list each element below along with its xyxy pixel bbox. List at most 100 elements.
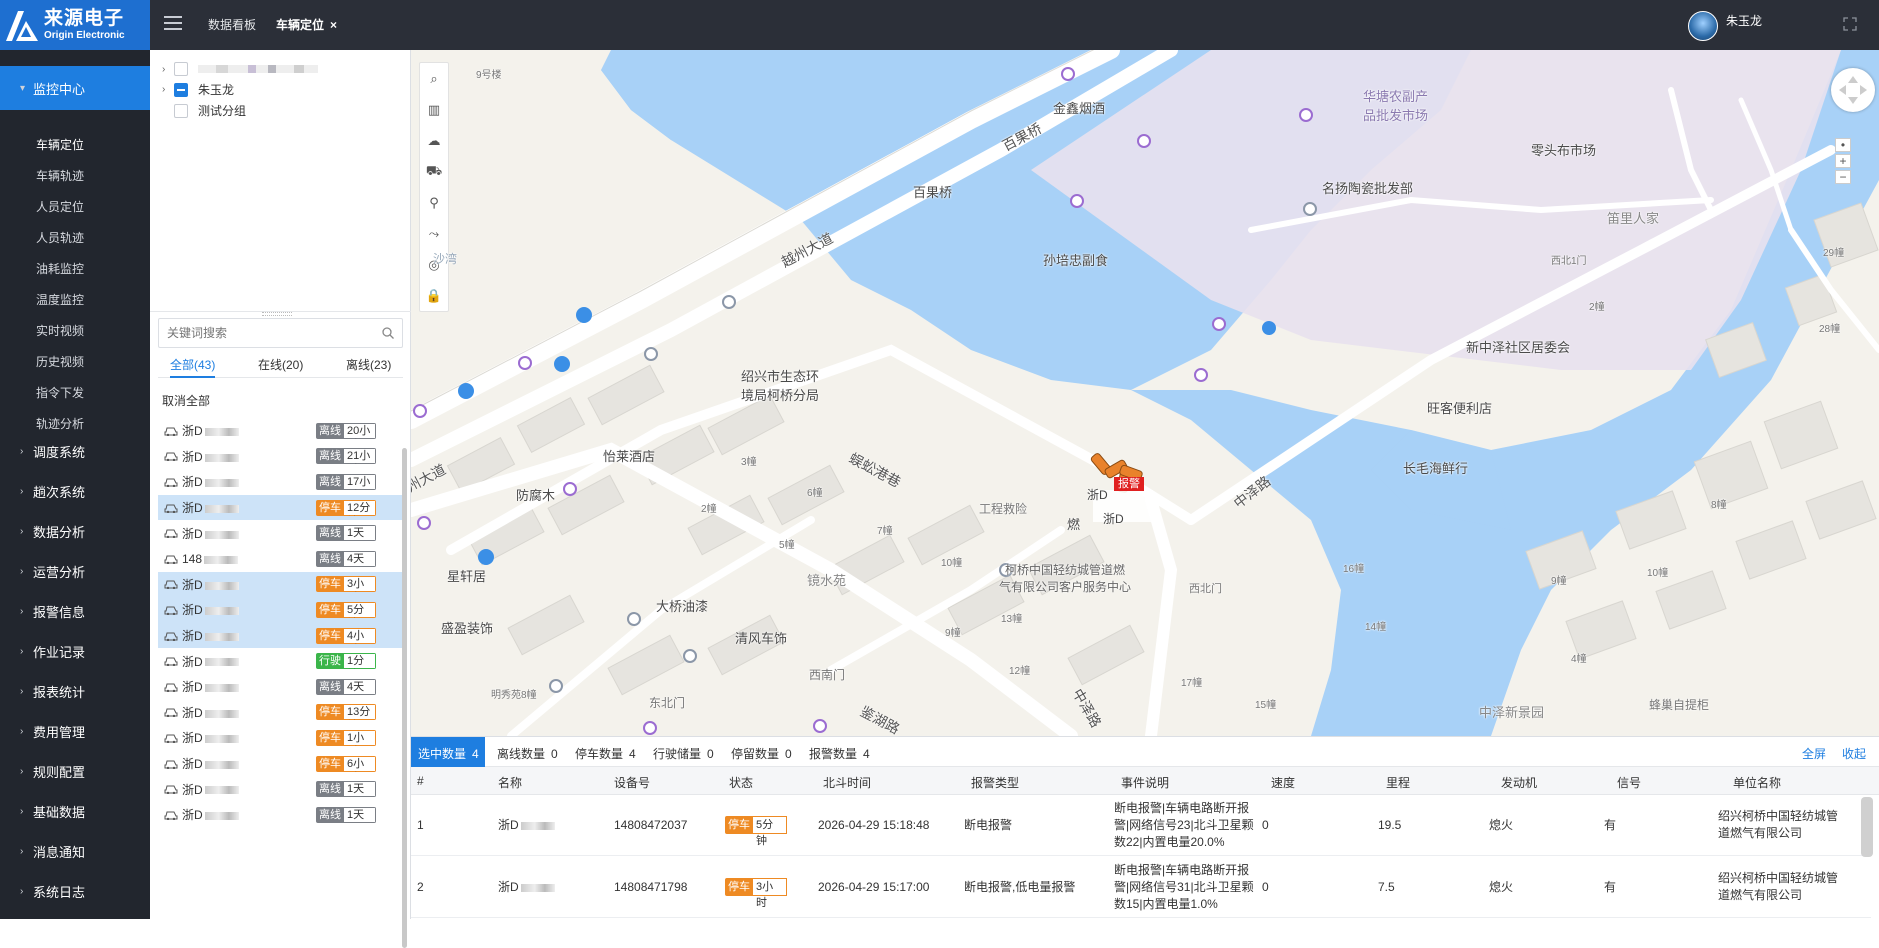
vehicle-list-item[interactable]: 浙D 离线 1天 (158, 520, 403, 546)
sidebar-group-operation-analysis[interactable]: › 运营分析 (0, 559, 150, 583)
vehicle-map-tag[interactable]: 浙D (1087, 486, 1108, 503)
locate-icon[interactable]: • (1835, 138, 1851, 152)
status-duration: 5分钟 (753, 816, 787, 847)
sidebar-item-person-location[interactable]: 人员定位 (36, 198, 84, 215)
vehicle-map-tag[interactable]: 浙D (1103, 510, 1124, 527)
vehicle-list-item[interactable]: 浙D 停车1小时 (158, 725, 403, 751)
vehicle-list-scrollbar[interactable] (402, 448, 407, 948)
stat-selected[interactable]: 选中数量 4 (411, 737, 485, 767)
sidebar-group-data-analysis[interactable]: › 数据分析 (0, 519, 150, 543)
vehicle-list-item[interactable]: 浙D 停车13分钟 (158, 700, 403, 726)
sidebar-group-trips[interactable]: › 趟次系统 (0, 479, 150, 503)
brand-logo[interactable]: 来源电子 Origin Electronic (0, 0, 150, 50)
map-search-icon[interactable]: ⌕ (420, 63, 448, 94)
stat-offline[interactable]: 离线数量 0 (497, 745, 558, 762)
table-scrollbar[interactable] (1861, 797, 1873, 857)
vehicle-list-item[interactable]: 148 离线 4天 (158, 546, 403, 572)
chevron-right-icon: › (20, 685, 24, 697)
sidebar-group-alarm-info[interactable]: › 报警信息 (0, 599, 150, 623)
sidebar-group-dispatch[interactable]: › 调度系统 (0, 439, 150, 463)
location-pin-icon[interactable]: ⚲ (420, 187, 448, 218)
vehicle-list-item[interactable]: 浙D 停车12分钟 (158, 494, 403, 521)
vehicle-search[interactable] (158, 318, 403, 348)
zoom-in-icon[interactable]: + (1835, 154, 1851, 168)
sidebar-group-label: 消息通知 (33, 844, 86, 860)
stat-driving[interactable]: 行驶储量 0 (653, 745, 714, 762)
route-icon[interactable]: ⤳ (420, 218, 448, 249)
vehicle-list-item[interactable]: 浙D 离线 1天 (158, 776, 403, 802)
menu-toggle-icon[interactable] (164, 16, 182, 32)
vehicle-list-item[interactable]: 浙D 离线21小时 (158, 444, 403, 470)
map-label: 沙湾 (433, 252, 458, 266)
sidebar-item-command[interactable]: 指令下发 (36, 384, 84, 401)
sidebar-group-rules[interactable]: › 规则配置 (0, 759, 150, 783)
lock-icon[interactable]: 🔒 (420, 280, 448, 311)
cancel-all-button[interactable]: 取消全部 (162, 392, 210, 409)
stat-staying[interactable]: 停留数量 0 (731, 745, 792, 762)
vehicle-list-item[interactable]: 浙D 停车4小时 (158, 622, 403, 649)
sidebar-item-temperature-monitor[interactable]: 温度监控 (36, 291, 84, 308)
status-duration: 1天 (344, 525, 376, 542)
tree-node-test-group[interactable]: 测试分组 (162, 102, 246, 119)
sidebar-item-live-video[interactable]: 实时视频 (36, 322, 84, 339)
map[interactable]: ⌕ ▥ ☁ ⛟ ⚲ ⤳ ◎ 🔒 百果桥 百果桥 越州大道 州大道 金鑫烟酒 华塘… (411, 50, 1879, 736)
sidebar-item-vehicle-location[interactable]: 车辆定位 (36, 136, 84, 153)
vehicle-list-item[interactable]: 浙D 离线 1天 (158, 802, 403, 828)
table-row[interactable]: 1 浙D 14808472037 停车 5分钟 2026-04-29 15:18:… (411, 796, 1871, 856)
map-layer-icon[interactable]: ▥ (420, 94, 448, 125)
sidebar-group-monitor-center[interactable]: ▾ 监控中心 (0, 66, 150, 110)
sidebar-group-expenses[interactable]: › 费用管理 (0, 719, 150, 743)
tree-node-org[interactable]: › (162, 62, 318, 76)
vehicle-list-item[interactable]: 浙D 离线17小时 (158, 469, 403, 495)
stat-parked[interactable]: 停车数量 4 (575, 745, 636, 762)
stat-alarm[interactable]: 报警数量 4 (809, 745, 870, 762)
resize-handle[interactable] (262, 312, 292, 316)
tree-checkbox[interactable] (174, 62, 188, 76)
tab-offline[interactable]: 离线(23) (346, 356, 391, 378)
vehicle-list-item[interactable]: 浙D 离线 4天 (158, 674, 403, 700)
tab-vehicle-location[interactable]: 车辆定位 × (276, 16, 337, 33)
map-label: 星轩居 (447, 569, 487, 584)
vehicle-list-item[interactable]: 浙D 停车6小时 (158, 751, 403, 777)
sidebar-item-fuel-monitor[interactable]: 油耗监控 (36, 260, 84, 277)
vehicle-list-item[interactable]: 浙D 停车3小时 (158, 571, 403, 598)
sidebar-group-notifications[interactable]: › 消息通知 (0, 839, 150, 863)
sidebar-item-person-track[interactable]: 人员轨迹 (36, 229, 84, 246)
tab-online[interactable]: 在线(20) (258, 356, 303, 378)
stat-label: 行驶储量 (653, 747, 702, 761)
sidebar-group-work-records[interactable]: › 作业记录 (0, 639, 150, 663)
sidebar-item-history-video[interactable]: 历史视频 (36, 353, 84, 370)
chevron-right-icon[interactable]: › (162, 84, 174, 95)
redacted-plate (204, 632, 239, 641)
sidebar-group-system-log[interactable]: › 系统日志 (0, 879, 150, 903)
tab-all[interactable]: 全部(43) (170, 356, 216, 378)
tree-node-user[interactable]: › 朱玉龙 (162, 81, 234, 98)
sidebar-item-track-analysis[interactable]: 轨迹分析 (36, 415, 84, 432)
sidebar-group-base-data[interactable]: › 基础数据 (0, 799, 150, 823)
vehicle-list-item[interactable]: 浙D 行驶1分钟 (158, 648, 403, 674)
cloud-icon[interactable]: ☁ (420, 125, 448, 156)
close-tab-icon[interactable]: × (330, 18, 337, 32)
user-menu[interactable]: 朱玉龙 (1688, 11, 1762, 41)
collapse-button[interactable]: 收起 (1842, 745, 1866, 762)
sidebar-group-reports[interactable]: › 报表统计 (0, 679, 150, 703)
car-icon[interactable]: ⛟ (420, 156, 448, 187)
vehicle-plate: 浙D (182, 678, 290, 695)
map-compass[interactable] (1831, 68, 1875, 112)
vehicle-list-item[interactable]: 浙D 停车5分钟 (158, 597, 403, 623)
vehicle-plate: 浙D (182, 755, 290, 772)
zoom-out-icon[interactable]: − (1835, 170, 1851, 184)
alarm-map-tag[interactable]: 报警 (1114, 477, 1144, 491)
tab-dashboard[interactable]: 数据看板 (208, 16, 256, 33)
tree-checkbox[interactable] (174, 103, 188, 118)
vehicle-list-item[interactable]: 浙D 离线20小时 (158, 418, 403, 444)
fullscreen-icon[interactable] (1843, 17, 1857, 31)
tree-checkbox[interactable] (174, 82, 188, 97)
row-unit: 绍兴柯桥中国轻纺城管道燃气有限公司 (1718, 809, 1839, 840)
search-icon[interactable] (382, 327, 394, 339)
fullscreen-button[interactable]: 全屏 (1802, 745, 1826, 762)
chevron-right-icon[interactable]: › (162, 64, 174, 75)
table-row[interactable]: 2 浙D 14808471798 停车 3小时 2026-04-29 15:17:… (411, 858, 1871, 918)
vehicle-search-input[interactable] (167, 326, 367, 340)
sidebar-item-vehicle-track[interactable]: 车辆轨迹 (36, 167, 84, 184)
